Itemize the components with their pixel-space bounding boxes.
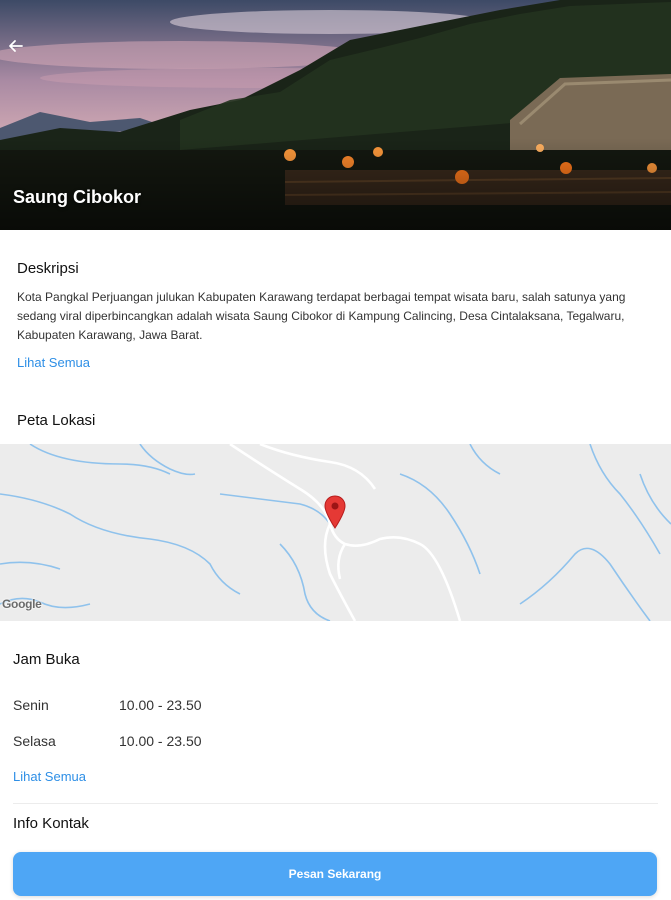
description-see-all-link[interactable]: Lihat Semua <box>17 355 90 370</box>
place-title: Saung Cibokor <box>13 187 142 207</box>
order-now-button[interactable]: Pesan Sekarang <box>13 852 657 896</box>
map-heading: Peta Lokasi <box>17 412 96 429</box>
back-button[interactable] <box>8 38 32 62</box>
hours-time: 10.00 - 23.50 <box>119 733 202 749</box>
hours-heading: Jam Buka <box>13 651 80 668</box>
section-divider <box>13 803 658 804</box>
description-text: Kota Pangkal Perjuangan julukan Kabupate… <box>17 290 626 342</box>
location-map[interactable] <box>0 444 671 621</box>
arrow-left-icon <box>9 40 23 52</box>
map-tiles <box>0 444 671 621</box>
map-pin-icon[interactable] <box>324 495 346 529</box>
hours-see-all-link[interactable]: Lihat Semua <box>13 769 86 784</box>
google-attribution: Google <box>2 597 42 611</box>
hours-day: Senin <box>13 697 49 713</box>
contact-heading: Info Kontak <box>13 815 89 832</box>
hours-time: 10.00 - 23.50 <box>119 697 202 713</box>
hero-image: Saung Cibokor <box>0 0 671 230</box>
hours-row: Selasa 10.00 - 23.50 <box>13 733 313 749</box>
hours-day: Selasa <box>13 733 56 749</box>
hours-row: Senin 10.00 - 23.50 <box>13 697 313 713</box>
description-heading: Deskripsi <box>17 260 79 277</box>
